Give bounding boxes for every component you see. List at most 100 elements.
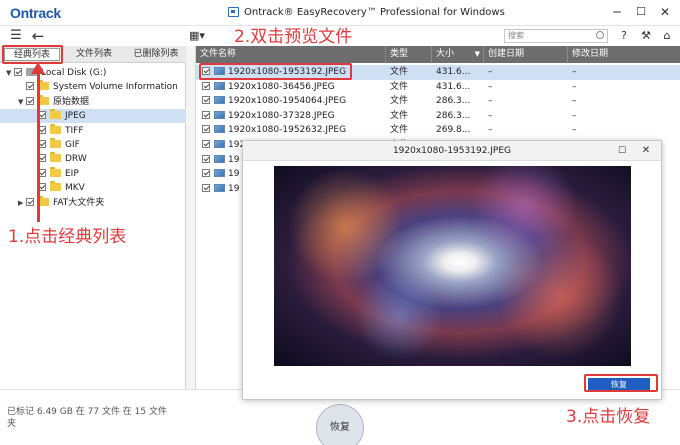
- close-button[interactable]: ✕: [654, 3, 676, 21]
- tree-checkbox[interactable]: [14, 68, 22, 76]
- file-row[interactable]: 1920x1080-1954064.JPEG 文件 286.3... – –: [196, 94, 680, 109]
- preview-maximize-button[interactable]: ☐: [615, 143, 629, 159]
- annotation-box-recover: [584, 374, 658, 392]
- file-list-header: 文件名称 类型 大小 ▼ 创建日期 修改日期: [196, 46, 680, 63]
- tree-item[interactable]: ▼ Local Disk (G:): [0, 66, 186, 80]
- image-file-icon: [214, 96, 225, 105]
- column-size[interactable]: 大小 ▼: [432, 46, 484, 63]
- file-size: 269.8...: [436, 125, 471, 136]
- expand-down-icon[interactable]: ▼: [6, 66, 14, 80]
- file-type: 文件: [390, 125, 409, 136]
- file-size: 286.3...: [436, 96, 471, 107]
- image-file-icon: [214, 125, 225, 134]
- maximize-button[interactable]: ☐: [630, 3, 652, 21]
- tab-file-list[interactable]: 文件列表: [66, 48, 122, 61]
- file-checkbox[interactable]: [202, 183, 210, 192]
- menu-icon[interactable]: ☰: [8, 28, 24, 44]
- home-icon[interactable]: ⌂: [659, 28, 675, 44]
- file-checkbox[interactable]: [202, 154, 210, 163]
- file-row[interactable]: 1920x1080-37328.JPEG 文件 286.3... – –: [196, 109, 680, 124]
- status-text: 已标记 6.49 GB 在 77 文件 在 15 文件夹: [7, 407, 167, 429]
- tree-item-label: DRW: [65, 154, 87, 165]
- tree-checkbox[interactable]: [26, 82, 34, 91]
- file-name: 1920x1080-1954064.JPEG: [228, 96, 347, 107]
- panel-splitter[interactable]: [186, 46, 196, 389]
- grid-view-icon[interactable]: ▦▾: [186, 28, 208, 44]
- file-created: –: [488, 67, 493, 77]
- tree-item-label: FAT大文件夹: [53, 197, 105, 208]
- tree-item-label: GIF: [65, 140, 80, 150]
- image-file-icon: [214, 81, 225, 90]
- image-file-icon: [214, 140, 225, 148]
- image-file-icon: [214, 183, 225, 192]
- tree-item-label: EIP: [65, 168, 79, 179]
- tree-item[interactable]: EIP: [0, 166, 186, 181]
- file-created: –: [488, 96, 493, 107]
- expand-right-icon[interactable]: ▶: [18, 196, 26, 210]
- tree-item[interactable]: System Volume Information: [0, 80, 186, 94]
- tree-checkbox[interactable]: [26, 96, 34, 105]
- wrench-icon[interactable]: ⚒: [638, 28, 654, 44]
- back-arrow-icon[interactable]: ←: [30, 28, 46, 44]
- app-logo: Ontrack: [10, 5, 61, 21]
- file-created: –: [488, 81, 493, 92]
- file-row[interactable]: 1920x1080-1952632.JPEG 文件 269.8... – –: [196, 123, 680, 138]
- help-icon[interactable]: ?: [616, 28, 632, 44]
- search-input[interactable]: 搜索: [504, 29, 608, 43]
- file-checkbox[interactable]: [202, 81, 210, 90]
- file-name: 1920x1080-1952632.JPEG: [228, 125, 347, 136]
- search-placeholder: 搜索: [508, 31, 524, 40]
- file-name: 1920x1080-36456.JPEG: [228, 81, 335, 92]
- column-modified[interactable]: 修改日期: [568, 46, 680, 63]
- file-checkbox[interactable]: [202, 110, 210, 119]
- tree-item-label: JPEG: [65, 111, 86, 122]
- tree-item[interactable]: DRW: [0, 152, 186, 166]
- tree-item[interactable]: MKV: [0, 181, 186, 195]
- tree-item[interactable]: ▶ FAT大文件夹: [0, 195, 186, 210]
- preview-close-button[interactable]: ✕: [639, 143, 653, 159]
- file-row[interactable]: 1920x1080-36456.JPEG 文件 431.6... – –: [196, 80, 680, 95]
- folder-icon: [50, 138, 61, 148]
- minimize-button[interactable]: ─: [606, 3, 628, 21]
- tree-item[interactable]: ▼ 原始数据: [0, 94, 186, 109]
- preview-title: 1920x1080-1953192.JPEG: [243, 141, 661, 161]
- tree-item[interactable]: JPEG: [0, 109, 186, 124]
- file-modified: –: [572, 110, 577, 121]
- expand-down-icon[interactable]: ▼: [18, 95, 26, 109]
- folder-icon: [50, 166, 61, 177]
- file-name: 19: [228, 169, 240, 180]
- file-type: 文件: [390, 110, 409, 121]
- file-checkbox[interactable]: [202, 96, 210, 105]
- file-size: 431.6...: [436, 81, 471, 92]
- window-title: Ontrack® EasyRecovery™ Professional for …: [244, 7, 505, 18]
- file-name-cell: 1920x1080-37328.JPEG: [202, 109, 335, 124]
- tab-deleted-list[interactable]: 已删除列表: [126, 48, 186, 61]
- file-type: 文件: [390, 81, 409, 92]
- tree-checkbox[interactable]: [26, 197, 34, 206]
- file-checkbox[interactable]: [202, 169, 210, 178]
- folder-icon: [50, 152, 61, 163]
- file-modified: –: [572, 67, 577, 77]
- preview-window: 1920x1080-1953192.JPEG ☐ ✕ 恢复: [242, 140, 662, 400]
- column-name[interactable]: 文件名称: [196, 46, 386, 63]
- tree-item[interactable]: GIF: [0, 138, 186, 152]
- file-modified: –: [572, 96, 577, 107]
- annotation-box-file: [199, 63, 352, 80]
- column-type[interactable]: 类型: [386, 46, 432, 63]
- tree-item-label: MKV: [65, 183, 85, 194]
- column-created[interactable]: 创建日期: [484, 46, 568, 63]
- annotation-step2: 2.双击预览文件: [234, 27, 353, 47]
- recover-button[interactable]: 恢复: [316, 404, 364, 445]
- search-icon[interactable]: [596, 31, 604, 39]
- file-name: 19: [228, 183, 240, 194]
- column-size-label: 大小: [436, 49, 455, 59]
- file-name-cell: 19: [202, 182, 239, 197]
- folder-icon: [50, 123, 61, 134]
- file-checkbox[interactable]: [202, 125, 210, 134]
- tree-item[interactable]: TIFF: [0, 123, 186, 138]
- file-name-cell: 19: [202, 167, 239, 182]
- file-checkbox[interactable]: [202, 140, 210, 148]
- image-file-icon: [214, 169, 225, 178]
- file-name: 1920x1080-37328.JPEG: [228, 110, 335, 121]
- file-type: 文件: [390, 96, 409, 107]
